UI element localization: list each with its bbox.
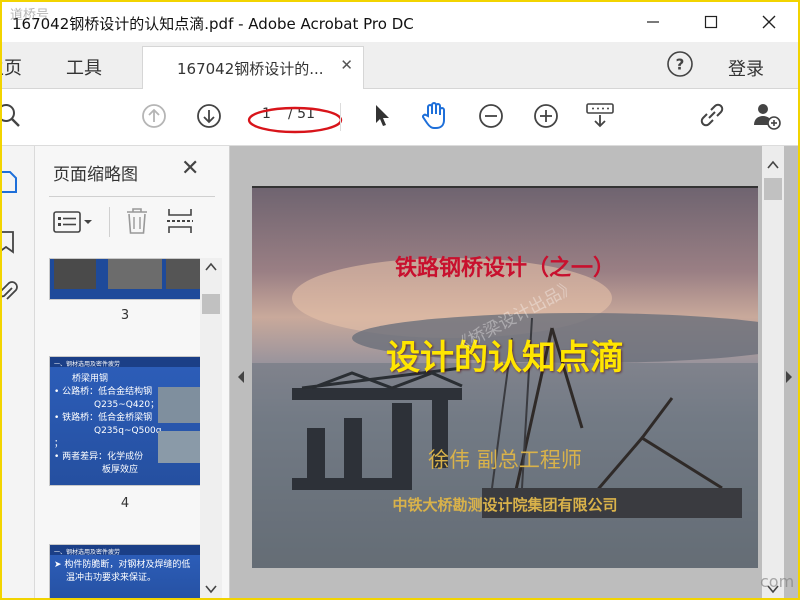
- add-user-icon: [754, 104, 781, 130]
- insert-page-icon[interactable]: [167, 207, 193, 235]
- corner-watermark: com: [760, 572, 795, 591]
- tab-document[interactable]: 167042钢桥设计的... ✕: [142, 46, 364, 89]
- maximize-icon: [704, 15, 718, 29]
- thumbnail-label: 3: [120, 308, 130, 323]
- zoom-out-icon: [479, 104, 503, 128]
- thumbnail-photo: [158, 431, 200, 463]
- scroll-mode-button[interactable]: [585, 101, 615, 131]
- help-icon[interactable]: ?: [666, 50, 694, 78]
- thumbnail-photo: [54, 259, 96, 289]
- thumbnail-scrollbar[interactable]: [200, 258, 222, 598]
- left-navigation-rail: [0, 146, 35, 598]
- thumbnail-line: 桥梁用钢: [72, 374, 109, 384]
- thumbnail-page-3[interactable]: [49, 258, 201, 300]
- tab-bar: 主页 工具 167042钢桥设计的... ✕ ? 登录: [2, 42, 798, 89]
- close-icon: [762, 15, 776, 29]
- cursor-arrow-icon: [376, 105, 389, 126]
- panel-toolbar: [49, 196, 215, 245]
- thumbnail-page-4[interactable]: 一、钢材选用及密件疲劳 桥梁用钢 • 公路桥：低合金结构钢 Q235~Q420；…: [49, 356, 201, 486]
- maximize-button[interactable]: [688, 2, 734, 42]
- red-annotation-ellipse: [247, 106, 343, 134]
- minimize-icon: [647, 21, 659, 23]
- tab-tools[interactable]: 工具: [66, 54, 102, 80]
- arrow-up-circle-icon: [142, 104, 166, 128]
- trash-icon[interactable]: [125, 207, 149, 235]
- login-button[interactable]: 登录: [728, 55, 764, 81]
- slide-organization: 中铁大桥勘测设计院集团有限公司: [392, 496, 618, 514]
- pdf-page: 铁路钢桥设计（之一） 设计的认知点滴 徐伟 副总工程师 中铁大桥勘测设计院集团有…: [252, 188, 758, 568]
- slide-main-title: 设计的认知点滴: [386, 338, 624, 378]
- minimize-button[interactable]: [630, 2, 676, 42]
- attachment-icon[interactable]: [0, 280, 18, 304]
- zoom-in-icon: [534, 104, 558, 128]
- app-window: 167042钢桥设计的认知点滴.pdf - Adobe Acrobat Pro …: [0, 0, 800, 600]
- thumbnail-slide-header: 一、钢材选用及密件疲劳: [50, 545, 200, 556]
- thumbnail-slide-body: ➤ 构件防脆断，对钢材及焊缝的低 温冲击功要求来保证。: [50, 555, 200, 598]
- thumbnail-slide-body: 桥梁用钢 • 公路桥：低合金结构钢 Q235~Q420； • 铁路桥：低合金桥梁…: [50, 367, 200, 485]
- slide-author: 徐伟 副总工程师: [428, 448, 582, 472]
- link-icon: [700, 103, 724, 127]
- thumbnail-line: ➤ 构件防脆断，对钢材及焊缝的低: [54, 560, 191, 570]
- scroll-up-icon[interactable]: [205, 262, 217, 272]
- bookmark-icon[interactable]: [0, 230, 18, 254]
- toolbar: 1 / 51: [2, 89, 798, 146]
- scroll-up-icon[interactable]: [767, 160, 779, 170]
- thumbnail-label: 4: [120, 496, 130, 511]
- hand-icon: [422, 102, 445, 129]
- panel-title: 页面缩略图: [53, 165, 138, 185]
- search-icon: [2, 104, 20, 127]
- zoom-out-button[interactable]: [476, 101, 506, 131]
- next-page-arrow-icon[interactable]: [784, 370, 794, 384]
- scrollbar-thumb[interactable]: [202, 294, 220, 314]
- previous-page-arrow-icon[interactable]: [236, 370, 246, 384]
- select-tool-button[interactable]: [366, 101, 396, 131]
- document-view[interactable]: 铁路钢桥设计（之一） 设计的认知点滴 徐伟 副总工程师 中铁大桥勘测设计院集团有…: [230, 146, 798, 598]
- thumbnail-slide-header: 一、钢材选用及密件疲劳: [50, 357, 200, 368]
- tab-close-icon[interactable]: ✕: [340, 56, 353, 74]
- thumbnail-photo: [166, 259, 200, 289]
- thumbnail-line: 板厚效应: [102, 465, 139, 475]
- panel-close-icon[interactable]: ✕: [181, 156, 199, 181]
- tab-home[interactable]: 主页: [2, 54, 22, 80]
- panel-toolbar-divider: [109, 207, 110, 237]
- close-window-button[interactable]: [746, 2, 792, 42]
- svg-text:?: ?: [676, 56, 685, 74]
- share-link-button[interactable]: [697, 101, 727, 131]
- document-scrollbar[interactable]: [762, 146, 784, 598]
- thumbnail-options-icon[interactable]: [53, 211, 95, 233]
- thumbnail-line: 温冲击功要求来保证。: [66, 573, 157, 583]
- title-bar: 167042钢桥设计的认知点滴.pdf - Adobe Acrobat Pro …: [2, 2, 798, 42]
- slide-subtitle: 铁路钢桥设计（之一）: [394, 255, 615, 281]
- previous-page-button[interactable]: [139, 101, 169, 131]
- scrollbar-thumb[interactable]: [764, 178, 782, 200]
- toolbar-divider: [340, 103, 341, 131]
- scroll-down-icon[interactable]: [205, 584, 217, 594]
- search-button[interactable]: [2, 101, 26, 131]
- zoom-in-button[interactable]: [531, 101, 561, 131]
- next-page-button[interactable]: [194, 101, 224, 131]
- thumbnail-page-5[interactable]: 一、钢材选用及密件疲劳 ➤ 构件防脆断，对钢材及焊缝的低 温冲击功要求来保证。: [49, 544, 201, 598]
- window-title: 167042钢桥设计的认知点滴.pdf - Adobe Acrobat Pro …: [12, 15, 414, 33]
- hand-tool-button[interactable]: [420, 101, 450, 131]
- keyboard-scroll-icon: [586, 103, 614, 128]
- thumbnail-photo: [158, 387, 200, 423]
- thumbnail-photo: [108, 259, 162, 289]
- corner-watermark: 道桥号: [10, 8, 50, 23]
- document-tab-label: 167042钢桥设计的...: [177, 60, 324, 78]
- arrow-down-circle-icon: [197, 104, 221, 128]
- page-thumbnails-icon[interactable]: [0, 170, 18, 194]
- add-user-button[interactable]: [752, 101, 782, 131]
